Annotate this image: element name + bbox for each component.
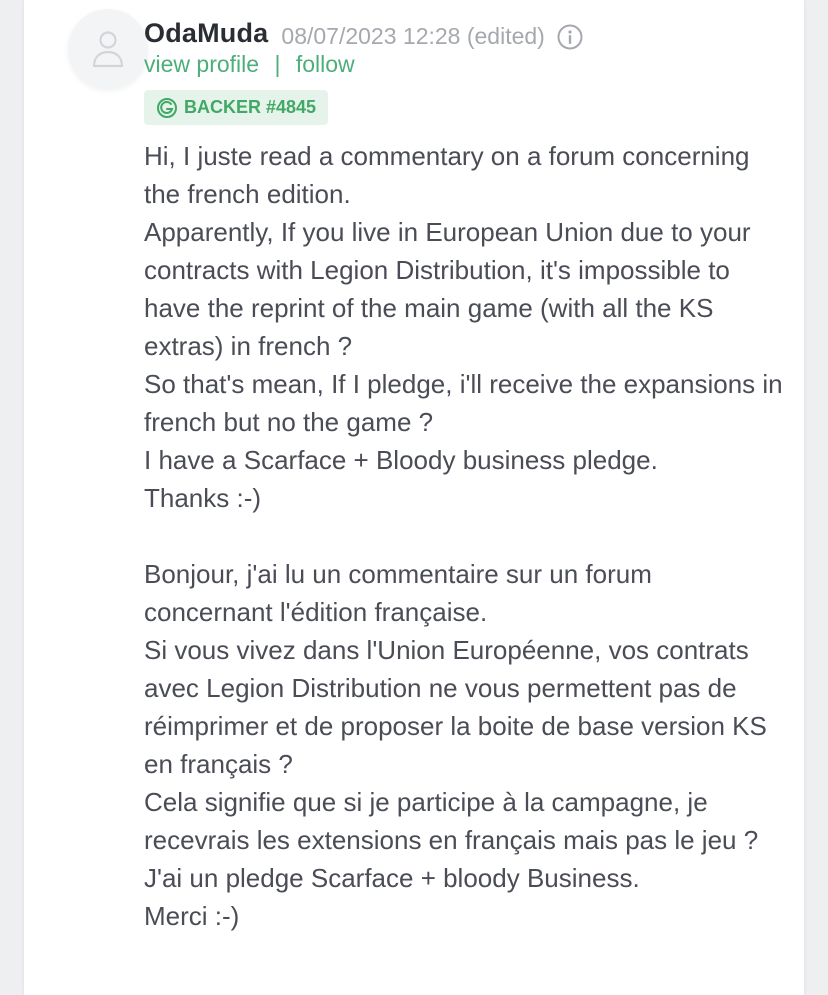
view-profile-link[interactable]: view profile [144, 51, 259, 77]
comment-blank-line [144, 517, 784, 555]
link-separator: | [274, 51, 281, 77]
comment-header: OdaMuda 08/07/2023 12:28 (edited) [144, 13, 583, 53]
comment-line: Bonjour, j'ai lu un commentaire sur un f… [144, 559, 652, 627]
badge-label: BACKER #4845 [184, 97, 317, 117]
comment-line: I have a Scarface + Bloody business pled… [144, 445, 658, 475]
profile-links: view profile | follow [144, 51, 355, 78]
info-icon[interactable] [557, 24, 583, 50]
avatar[interactable] [68, 9, 148, 89]
comment-line: Cela signifie que si je participe à la c… [144, 787, 759, 855]
comment-line: Thanks :-) [144, 483, 262, 513]
follow-link[interactable]: follow [296, 51, 355, 77]
comment-line: Apparently, If you live in European Unio… [144, 217, 751, 361]
timestamp: 08/07/2023 12:28 (edited) [281, 22, 545, 49]
comment-line: Si vous vivez dans l'Union Européenne, v… [144, 635, 767, 779]
comment-line: J'ai un pledge Scarface + bloody Busines… [144, 863, 640, 893]
user-placeholder-icon [92, 31, 124, 68]
backer-logo-icon [157, 97, 177, 118]
comment-line: So that's mean, If I pledge, i'll receiv… [144, 369, 783, 437]
backer-badge: BACKER #4845 [144, 90, 329, 125]
comment-line: Hi, I juste read a commentary on a forum… [144, 141, 750, 209]
comment-body: Hi, I juste read a commentary on a forum… [144, 137, 784, 935]
username[interactable]: OdaMuda [144, 18, 268, 49]
comment-line: Merci :-) [144, 901, 240, 931]
